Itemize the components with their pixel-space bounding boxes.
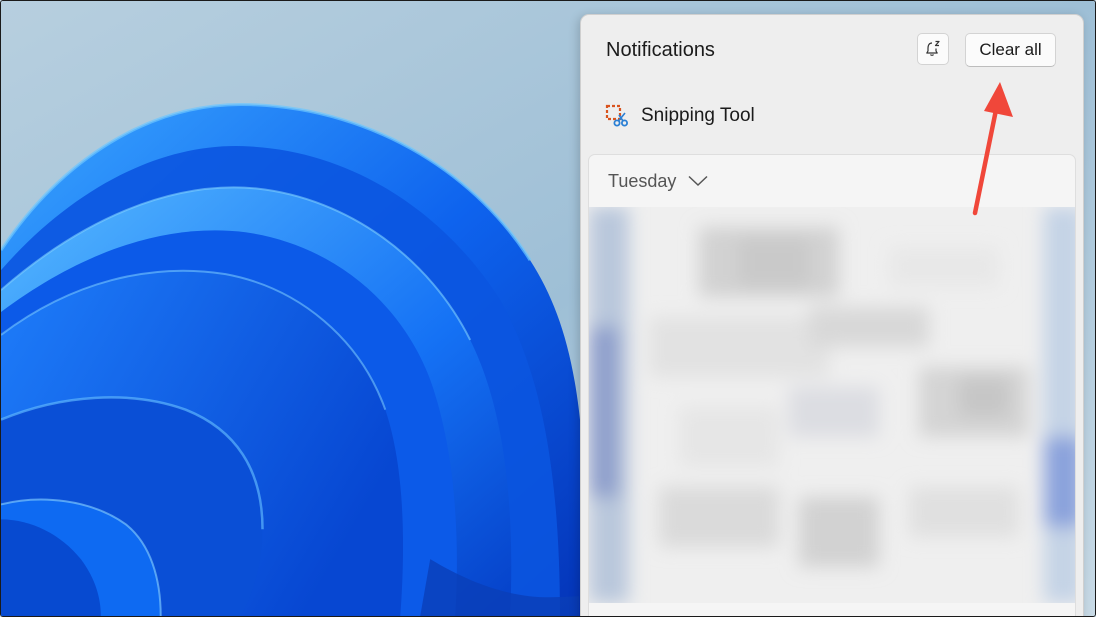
- clear-all-button[interactable]: Clear all: [965, 33, 1056, 67]
- day-label: Tuesday: [608, 170, 677, 191]
- snipping-tool-icon: [605, 104, 628, 127]
- app-name: Snipping Tool: [641, 105, 755, 126]
- notifications-title: Notifications: [606, 39, 715, 61]
- bell-snooze-icon: [926, 40, 940, 56]
- screenshot-frame: Notifications Clear all Snipping Tool Tu…: [0, 0, 1096, 617]
- notification-center-panel: Notifications Clear all Snipping Tool Tu…: [580, 14, 1084, 616]
- day-group-header[interactable]: Tuesday: [608, 169, 708, 193]
- do-not-disturb-button[interactable]: [917, 33, 949, 65]
- blurred-notification-content: [589, 207, 1075, 603]
- chevron-down-icon: [688, 175, 708, 187]
- notification-card[interactable]: Tuesday: [588, 154, 1076, 616]
- app-group-header: Snipping Tool: [605, 103, 755, 129]
